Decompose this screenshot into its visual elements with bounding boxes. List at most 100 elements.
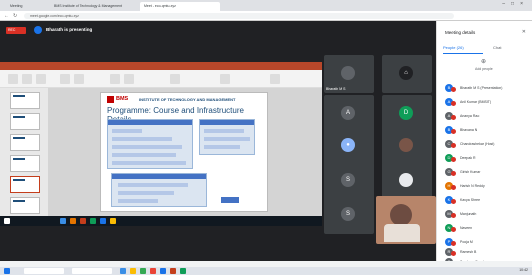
ribbon-button[interactable] [74,74,84,84]
shared-screen: BMS INSTITUTE OF TECHNOLOGY AND MANAGEME… [0,62,322,226]
powerpoint-ribbon [0,70,322,88]
browser-tab[interactable]: Meeting [6,2,46,11]
status-badge [451,143,456,148]
window-controls[interactable]: –□× [502,1,529,7]
tab-people[interactable]: People (26) [443,45,464,50]
participant-row[interactable]: R Ramesh B [445,248,531,258]
participant-row[interactable]: G Girish Kumar [445,168,531,178]
ribbon-button[interactable] [110,74,120,84]
participant-row[interactable]: H Harish N Reddy [445,182,531,192]
slide-thumbnail[interactable] [10,134,40,151]
shared-taskbar [0,216,322,226]
slide-institute-name: INSTITUTE OF TECHNOLOGY AND MANAGEMENT [139,97,236,102]
ribbon-button[interactable] [36,74,46,84]
ribbon-button[interactable] [60,74,70,84]
ribbon-button[interactable] [124,74,134,84]
tab-chat[interactable]: Chat [493,45,501,50]
add-people-label[interactable]: Add people [475,67,493,71]
participant-tile[interactable]: Bharath M S [324,55,374,93]
recording-badge: REC [6,27,26,34]
participant-row[interactable]: N Naveen [445,224,531,234]
participant-tile[interactable]: S [324,162,374,200]
status-badge [451,157,456,162]
institute-logo [107,96,114,103]
participant-tile[interactable] [382,162,432,200]
slide-thumbnail[interactable] [10,92,40,109]
slide-button [221,197,239,203]
participant-tile[interactable]: S [324,196,374,234]
panel-title: Meeting details [445,30,476,35]
ribbon-button[interactable] [170,74,180,84]
participant-row[interactable]: B Bhavana N [445,126,531,136]
browser-tab-active[interactable]: Meet - eco-qmtu-xyz [140,2,220,11]
participant-tile[interactable]: ● [324,127,374,165]
status-badge [451,87,456,92]
participant-photo [399,173,413,187]
taskbar-app-icon [70,218,76,224]
status-badge [451,115,456,120]
participant-row[interactable]: P Pooja M [445,238,531,248]
slide-table [111,173,207,207]
taskbar-app-icon[interactable] [120,268,126,274]
participant-name: Manjunath [460,212,477,216]
taskbar-app-icon[interactable] [170,268,176,274]
participant-tile[interactable]: ⌂ [382,55,432,93]
ribbon-button[interactable] [22,74,32,84]
participant-photo [399,138,413,152]
participant-avatar: S [341,207,355,221]
taskbar-app-icon[interactable] [180,268,186,274]
taskbar-app-icon [90,218,96,224]
participant-row[interactable]: A Anil Kumar (BMSIT) [445,98,531,108]
participant-name: Harish N Reddy [460,184,485,188]
participant-row[interactable]: M Manjunath [445,210,531,220]
taskbar-app-icon [60,218,66,224]
status-badge [451,251,456,256]
add-person-icon[interactable]: ⊕ [481,58,489,66]
browser-tab-strip: Meeting BMS Institute of Technology & Ma… [0,0,532,11]
taskbar-search[interactable] [72,268,112,274]
home-icon: ⌂ [399,66,413,80]
presenting-label: Bharath is presenting [46,27,93,32]
taskbar-search[interactable] [24,268,64,274]
status-badge [451,227,456,232]
participant-tile[interactable] [382,127,432,165]
participant-row[interactable]: C Chandrashekar (Host) [445,140,531,150]
reload-icon[interactable]: ↻ [13,13,17,19]
close-icon[interactable]: ✕ [522,29,526,35]
self-view-video[interactable] [376,196,436,244]
participant-row[interactable]: B Bharath M S (Presentation) [445,84,531,94]
ribbon-button[interactable] [220,74,230,84]
slide-thumbnails [0,88,48,216]
participant-name: Anil Kumar (BMSIT) [460,100,492,104]
slide-thumbnail[interactable] [10,113,40,130]
windows-start-icon[interactable] [4,268,10,274]
taskbar-app-icon [110,218,116,224]
powerpoint-title-bar [0,62,322,70]
taskbar-app-icon [100,218,106,224]
browser-tab[interactable]: BMS Institute of Technology & Management [50,2,136,11]
url-field[interactable]: meet.google.com/eco-qmtu-xyz [24,13,454,19]
taskbar-app-icon[interactable] [140,268,146,274]
windows-icon [4,218,10,224]
participant-name: Bhavana N [460,128,478,132]
taskbar-app-icon [80,218,86,224]
participant-row[interactable]: K Kavya Shree [445,196,531,206]
back-icon[interactable]: ← [4,13,9,19]
participant-name: Bharath M S (Presentation) [460,86,503,90]
ribbon-button[interactable] [270,74,280,84]
slide-thumbnail[interactable] [10,197,40,214]
participant-row[interactable]: A Ananya Rao [445,112,531,122]
slide-table [199,119,255,155]
taskbar-app-icon[interactable] [160,268,166,274]
slide-canvas: BMS INSTITUTE OF TECHNOLOGY AND MANAGEME… [48,88,322,216]
ribbon-button[interactable] [8,74,18,84]
slide-thumbnail[interactable] [10,155,40,172]
taskbar-app-icon[interactable] [130,268,136,274]
slide-thumbnail-selected[interactable] [10,176,40,193]
participant-avatar [341,66,355,80]
system-clock: 10:42 [519,268,528,272]
taskbar-app-icon[interactable] [150,268,156,274]
tab-underline [443,53,483,54]
participant-row[interactable]: D Deepak R [445,154,531,164]
status-badge [451,185,456,190]
